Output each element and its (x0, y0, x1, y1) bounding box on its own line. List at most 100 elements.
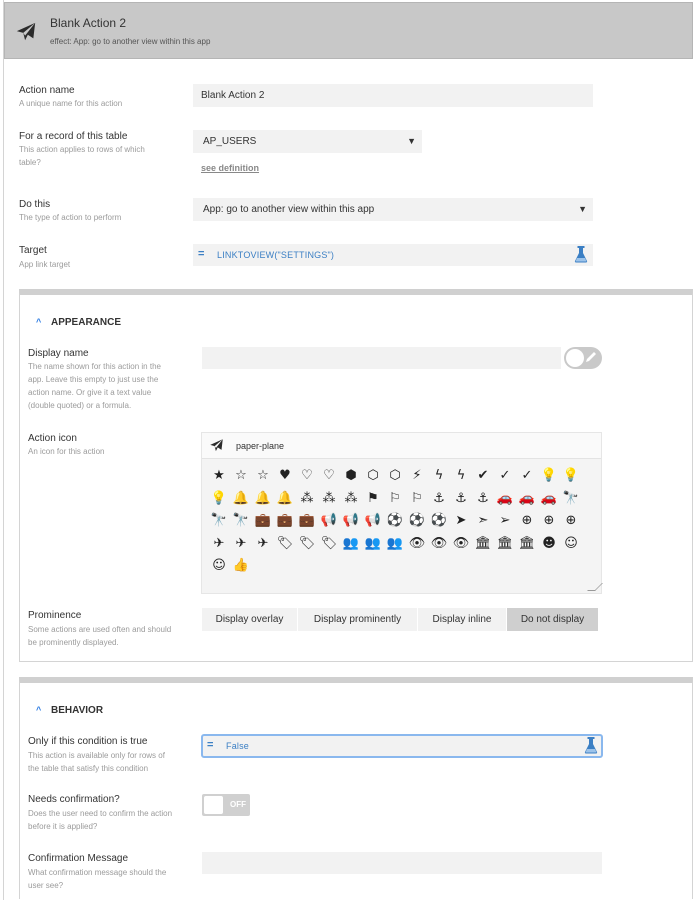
formula-toggle[interactable] (564, 347, 602, 369)
icon-option[interactable]: 🔭 (230, 510, 252, 533)
icon-option[interactable]: ⊕ (516, 510, 538, 533)
needs-confirmation-toggle[interactable]: OFF (202, 794, 250, 816)
icon-option[interactable]: 👁 (428, 533, 450, 556)
icon-option[interactable]: ✈ (230, 533, 252, 556)
do-this-select[interactable]: App: go to another view within this app … (193, 198, 593, 221)
icon-option[interactable]: 🏛 (516, 533, 538, 556)
icon-option[interactable]: ✓ (494, 465, 516, 488)
icon-option[interactable]: ➣ (472, 510, 494, 533)
icon-option[interactable]: 👥 (340, 533, 362, 556)
icon-option[interactable]: 🔭 (560, 488, 582, 511)
icon-option[interactable]: 🔔 (230, 488, 252, 511)
icon-option[interactable]: 🔭 (208, 510, 230, 533)
icon-option[interactable]: 💡 (560, 465, 582, 488)
chevron-down-icon: ▼ (578, 204, 587, 214)
flask-icon[interactable] (584, 737, 598, 754)
icon-option[interactable]: ⚽ (428, 510, 450, 533)
icon-search-box[interactable]: paper-plane (202, 433, 601, 459)
icon-option[interactable]: ☻ (538, 533, 560, 556)
formula-eq-icon: = (207, 739, 214, 751)
behavior-heading[interactable]: BEHAVIOR (51, 705, 103, 716)
resize-handle[interactable] (587, 583, 603, 591)
icon-option[interactable]: 🔔 (274, 488, 296, 511)
icon-option[interactable]: ✈ (252, 533, 274, 556)
icon-option[interactable]: 👁 (450, 533, 472, 556)
condition-formula-field[interactable]: = False (201, 734, 603, 758)
icon-option[interactable]: ⚽ (384, 510, 406, 533)
icon-option[interactable]: ☺ (208, 555, 230, 578)
icon-option[interactable]: ☆ (252, 465, 274, 488)
appearance-heading[interactable]: APPEARANCE (51, 317, 121, 328)
icon-option[interactable]: ♥ (274, 465, 296, 488)
icon-option[interactable]: ⬡ (384, 465, 406, 488)
icon-option[interactable]: ➢ (494, 510, 516, 533)
icon-option[interactable]: ☆ (230, 465, 252, 488)
icon-option[interactable]: ϟ (450, 465, 472, 488)
icon-option[interactable]: ♡ (296, 465, 318, 488)
prominence-option-do-not-display[interactable]: Do not display (507, 608, 599, 631)
icon-option[interactable]: 👍 (230, 555, 252, 578)
icon-option[interactable]: 👁 (406, 533, 428, 556)
condition-formula-value: False (226, 741, 250, 751)
confirmation-hint-2: before it is applied? (28, 822, 98, 831)
display-name-field[interactable] (202, 347, 561, 369)
icon-option[interactable]: 💼 (296, 510, 318, 533)
icon-option[interactable]: ⚓ (428, 488, 450, 511)
icon-option[interactable]: 👥 (384, 533, 406, 556)
icon-option[interactable]: ⁂ (318, 488, 340, 511)
icon-option[interactable]: ⚑ (362, 488, 384, 511)
icon-option[interactable]: 🏷 (296, 533, 318, 556)
icon-option[interactable]: ϟ (428, 465, 450, 488)
icon-option[interactable]: ⊕ (560, 510, 582, 533)
flask-icon[interactable] (574, 246, 588, 263)
icon-option[interactable]: 📢 (362, 510, 384, 533)
icon-option[interactable]: ♡ (318, 465, 340, 488)
icon-option[interactable]: ★ (208, 465, 230, 488)
icon-option[interactable]: ✈ (208, 533, 230, 556)
icon-option[interactable]: ➤ (450, 510, 472, 533)
action-name-field[interactable]: Blank Action 2 (193, 84, 593, 107)
icon-option[interactable]: 🏷 (318, 533, 340, 556)
icon-option[interactable]: 🏷 (274, 533, 296, 556)
icon-option[interactable]: 👥 (362, 533, 384, 556)
icon-option[interactable]: 📢 (340, 510, 362, 533)
icon-option[interactable]: ✓ (516, 465, 538, 488)
icon-option[interactable]: 💼 (252, 510, 274, 533)
icon-option[interactable]: ⬢ (340, 465, 362, 488)
icon-option[interactable]: 🏛 (494, 533, 516, 556)
icon-option[interactable]: 💼 (274, 510, 296, 533)
table-select[interactable]: AP_USERS ▼ (193, 130, 422, 153)
confirmation-message-field[interactable] (202, 852, 602, 874)
target-label: Target (19, 245, 47, 256)
icon-option[interactable]: 🚗 (538, 488, 560, 511)
prominence-option-inline[interactable]: Display inline (418, 608, 507, 631)
icon-option[interactable]: ☺ (560, 533, 582, 556)
icon-option[interactable]: ⚐ (384, 488, 406, 511)
icon-option[interactable]: ⚽ (406, 510, 428, 533)
icon-option[interactable]: ✔ (472, 465, 494, 488)
chevron-up-icon[interactable]: ^ (36, 705, 41, 715)
icon-option[interactable]: 💡 (208, 488, 230, 511)
do-this-hint: The type of action to perform (19, 213, 122, 222)
icon-search-value: paper-plane (236, 441, 285, 451)
prominence-option-prominently[interactable]: Display prominently (298, 608, 418, 631)
icon-option[interactable]: 💡 (538, 465, 560, 488)
icon-option[interactable]: ⊕ (538, 510, 560, 533)
icon-option[interactable]: ⚐ (406, 488, 428, 511)
icon-option[interactable]: ⁂ (340, 488, 362, 511)
see-definition-link[interactable]: see definition (201, 163, 259, 173)
icon-option[interactable]: ⚡ (406, 465, 428, 488)
icon-option[interactable]: ⁂ (296, 488, 318, 511)
icon-option[interactable]: ⚓ (450, 488, 472, 511)
icon-option[interactable]: 🔔 (252, 488, 274, 511)
icon-option[interactable]: 🏛 (472, 533, 494, 556)
icon-option[interactable]: 🚗 (516, 488, 538, 511)
icon-option[interactable]: ⚓ (472, 488, 494, 511)
icon-option[interactable]: 🚗 (494, 488, 516, 511)
prominence-option-overlay[interactable]: Display overlay (202, 608, 298, 631)
chevron-up-icon[interactable]: ^ (36, 317, 41, 327)
icon-option[interactable]: 📢 (318, 510, 340, 533)
icon-option[interactable]: ⬡ (362, 465, 384, 488)
target-formula-field[interactable]: = LINKTOVIEW("SETTINGS") (193, 244, 593, 266)
action-name-label: Action name (19, 85, 75, 96)
